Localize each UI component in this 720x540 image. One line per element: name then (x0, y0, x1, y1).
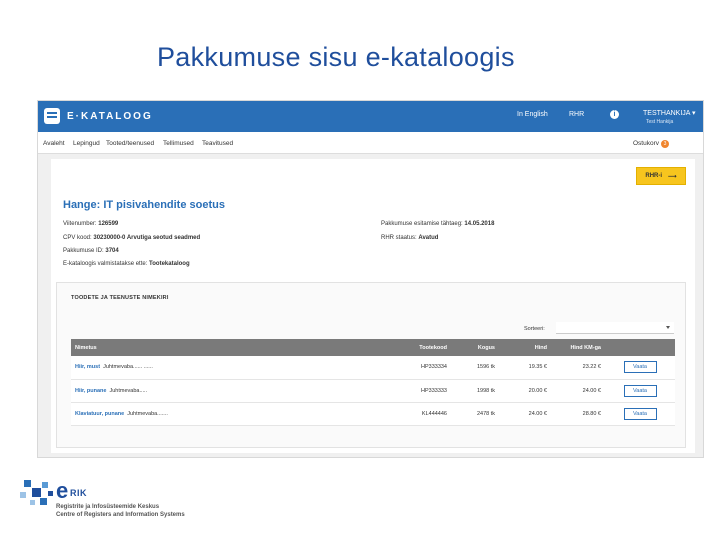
view-button[interactable]: Vaata (623, 361, 657, 374)
ekataloog-logo-icon (44, 108, 60, 124)
logo-square (40, 498, 47, 505)
product-price: 19.35 € (499, 356, 551, 380)
product-name-link[interactable]: Hiir, punane (75, 388, 106, 394)
products-table: Nimetus Tootekood Kogus Hind Hind KM-ga … (71, 339, 675, 426)
prepare-type: E-kataloogis valmistatakse ette: Tooteka… (63, 261, 190, 267)
menu-item-tooted[interactable]: Tooted/teenused (106, 140, 154, 147)
logo-square (32, 488, 41, 497)
english-link[interactable]: In English (517, 111, 548, 118)
products-panel: TOODETE JA TEENUSTE NIMEKIRI Sorteeri: N… (56, 282, 686, 448)
info-icon[interactable]: i (610, 110, 619, 119)
logo-rik: RIK (70, 488, 87, 498)
column-header-qty[interactable]: Kogus (451, 339, 499, 356)
view-button[interactable]: Vaata (623, 384, 657, 397)
user-menu[interactable]: TESTHANKIJA ▾ (643, 109, 696, 117)
slide-title: Pakkumuse sisu e-kataloogis (157, 42, 515, 72)
column-header-price-vat[interactable]: Hind KM-ga (551, 339, 605, 356)
procurement-card: RHR-i ⟶ Hange: IT pisivahendite soetus V… (51, 159, 695, 453)
product-description: Juhtmevaba....... (127, 410, 168, 417)
table-row: Hiir, must Juhtmevaba...... ...... HP3333… (71, 356, 675, 380)
logo-square (24, 480, 31, 487)
product-qty: 1596 tk (451, 356, 499, 380)
product-price-vat: 24.00 € (551, 379, 605, 403)
rhr-link[interactable]: RHR (569, 111, 584, 118)
product-name-link[interactable]: Hiir, must (75, 364, 100, 370)
sort-label: Sorteeri: (524, 326, 545, 332)
products-heading: TOODETE JA TEENUSTE NIMEKIRI (71, 295, 169, 301)
rhr-button[interactable]: RHR-i ⟶ (636, 167, 686, 185)
view-button[interactable]: Vaata (623, 407, 657, 420)
product-qty: 1998 tk (451, 379, 499, 403)
cpv-code: CPV kood: 30230000-0 Arvutiga seotud sea… (63, 235, 201, 241)
product-price: 20.00 € (499, 379, 551, 403)
main-menu: Avaleht Lepingud Tooted/teenused Tellimu… (38, 132, 703, 154)
erik-logo: e RIK Registrite ja Infosüsteemide Kesku… (18, 478, 218, 528)
menu-item-teavitused[interactable]: Teavitused (202, 140, 233, 147)
logo-square (48, 491, 53, 496)
ekataloog-logo[interactable]: E·KATALOOG (44, 108, 153, 124)
column-header-name[interactable]: Nimetus (71, 339, 401, 356)
table-row: Hiir, punane Juhtmevaba..... HP333333 199… (71, 379, 675, 403)
rhr-status: RHR staatus: Avatud (381, 235, 439, 241)
column-header-price[interactable]: Hind (499, 339, 551, 356)
logo-square (30, 500, 35, 505)
product-cell: Klaviatuur, punane Juhtmevaba....... (71, 402, 401, 426)
offer-id: Pakkumuse ID: 3704 (63, 248, 119, 254)
user-subtitle: Test Hankija (646, 119, 674, 125)
rhr-button-label: RHR-i (645, 173, 663, 179)
caret-down-icon (666, 326, 670, 329)
org-name-en: Centre of Registers and Information Syst… (56, 512, 185, 518)
product-qty: 2478 tk (451, 402, 499, 426)
org-name-et: Registrite ja Infosüsteemide Keskus (56, 504, 160, 510)
product-code: KL444446 (401, 402, 451, 426)
logo-square (20, 492, 26, 498)
product-cell: Hiir, punane Juhtmevaba..... (71, 379, 401, 403)
top-navigation-bar: E·KATALOOG In English RHR i TESTHANKIJA … (38, 101, 703, 132)
product-price-vat: 23.22 € (551, 356, 605, 380)
app-screenshot: E·KATALOOG In English RHR i TESTHANKIJA … (37, 100, 704, 458)
action-cell: Vaata (605, 379, 675, 403)
reference-number: Viitenumber: 126599 (63, 221, 119, 227)
product-cell: Hiir, must Juhtmevaba...... ...... (71, 356, 401, 380)
table-row: Klaviatuur, punane Juhtmevaba....... KL44… (71, 402, 675, 426)
column-header-code[interactable]: Tootekood (401, 339, 451, 356)
product-name-link[interactable]: Klaviatuur, punane (75, 411, 124, 417)
logo-text: E·KATALOOG (67, 110, 153, 122)
menu-item-lepingud[interactable]: Lepingud (73, 140, 100, 147)
offer-deadline: Pakkumuse esitamise tähtaeg: 14.05.2018 (381, 221, 495, 227)
product-code: HP333334 (401, 356, 451, 380)
procurement-title: Hange: IT pisivahendite soetus (63, 199, 225, 211)
arrow-right-icon: ⟶ (668, 173, 677, 180)
column-header-action (605, 339, 675, 356)
menu-item-tellimused[interactable]: Tellimused (163, 140, 194, 147)
sort-select[interactable] (556, 322, 674, 334)
product-code: HP333333 (401, 379, 451, 403)
product-description: Juhtmevaba...... ...... (103, 364, 153, 371)
product-description: Juhtmevaba..... (109, 387, 148, 394)
table-header-row: Nimetus Tootekood Kogus Hind Hind KM-ga (71, 339, 675, 356)
menu-item-avaleht[interactable]: Avaleht (43, 140, 65, 147)
cart-label: Ostukorv (633, 140, 660, 147)
logo-e: e (56, 478, 69, 503)
action-cell: Vaata (605, 402, 675, 426)
logo-square (42, 482, 48, 488)
cart-count-badge: 3 (661, 140, 670, 148)
cart-link[interactable]: Ostukorv 3 (633, 140, 670, 148)
product-price: 24.00 € (499, 402, 551, 426)
product-price-vat: 28.80 € (551, 402, 605, 426)
action-cell: Vaata (605, 356, 675, 380)
